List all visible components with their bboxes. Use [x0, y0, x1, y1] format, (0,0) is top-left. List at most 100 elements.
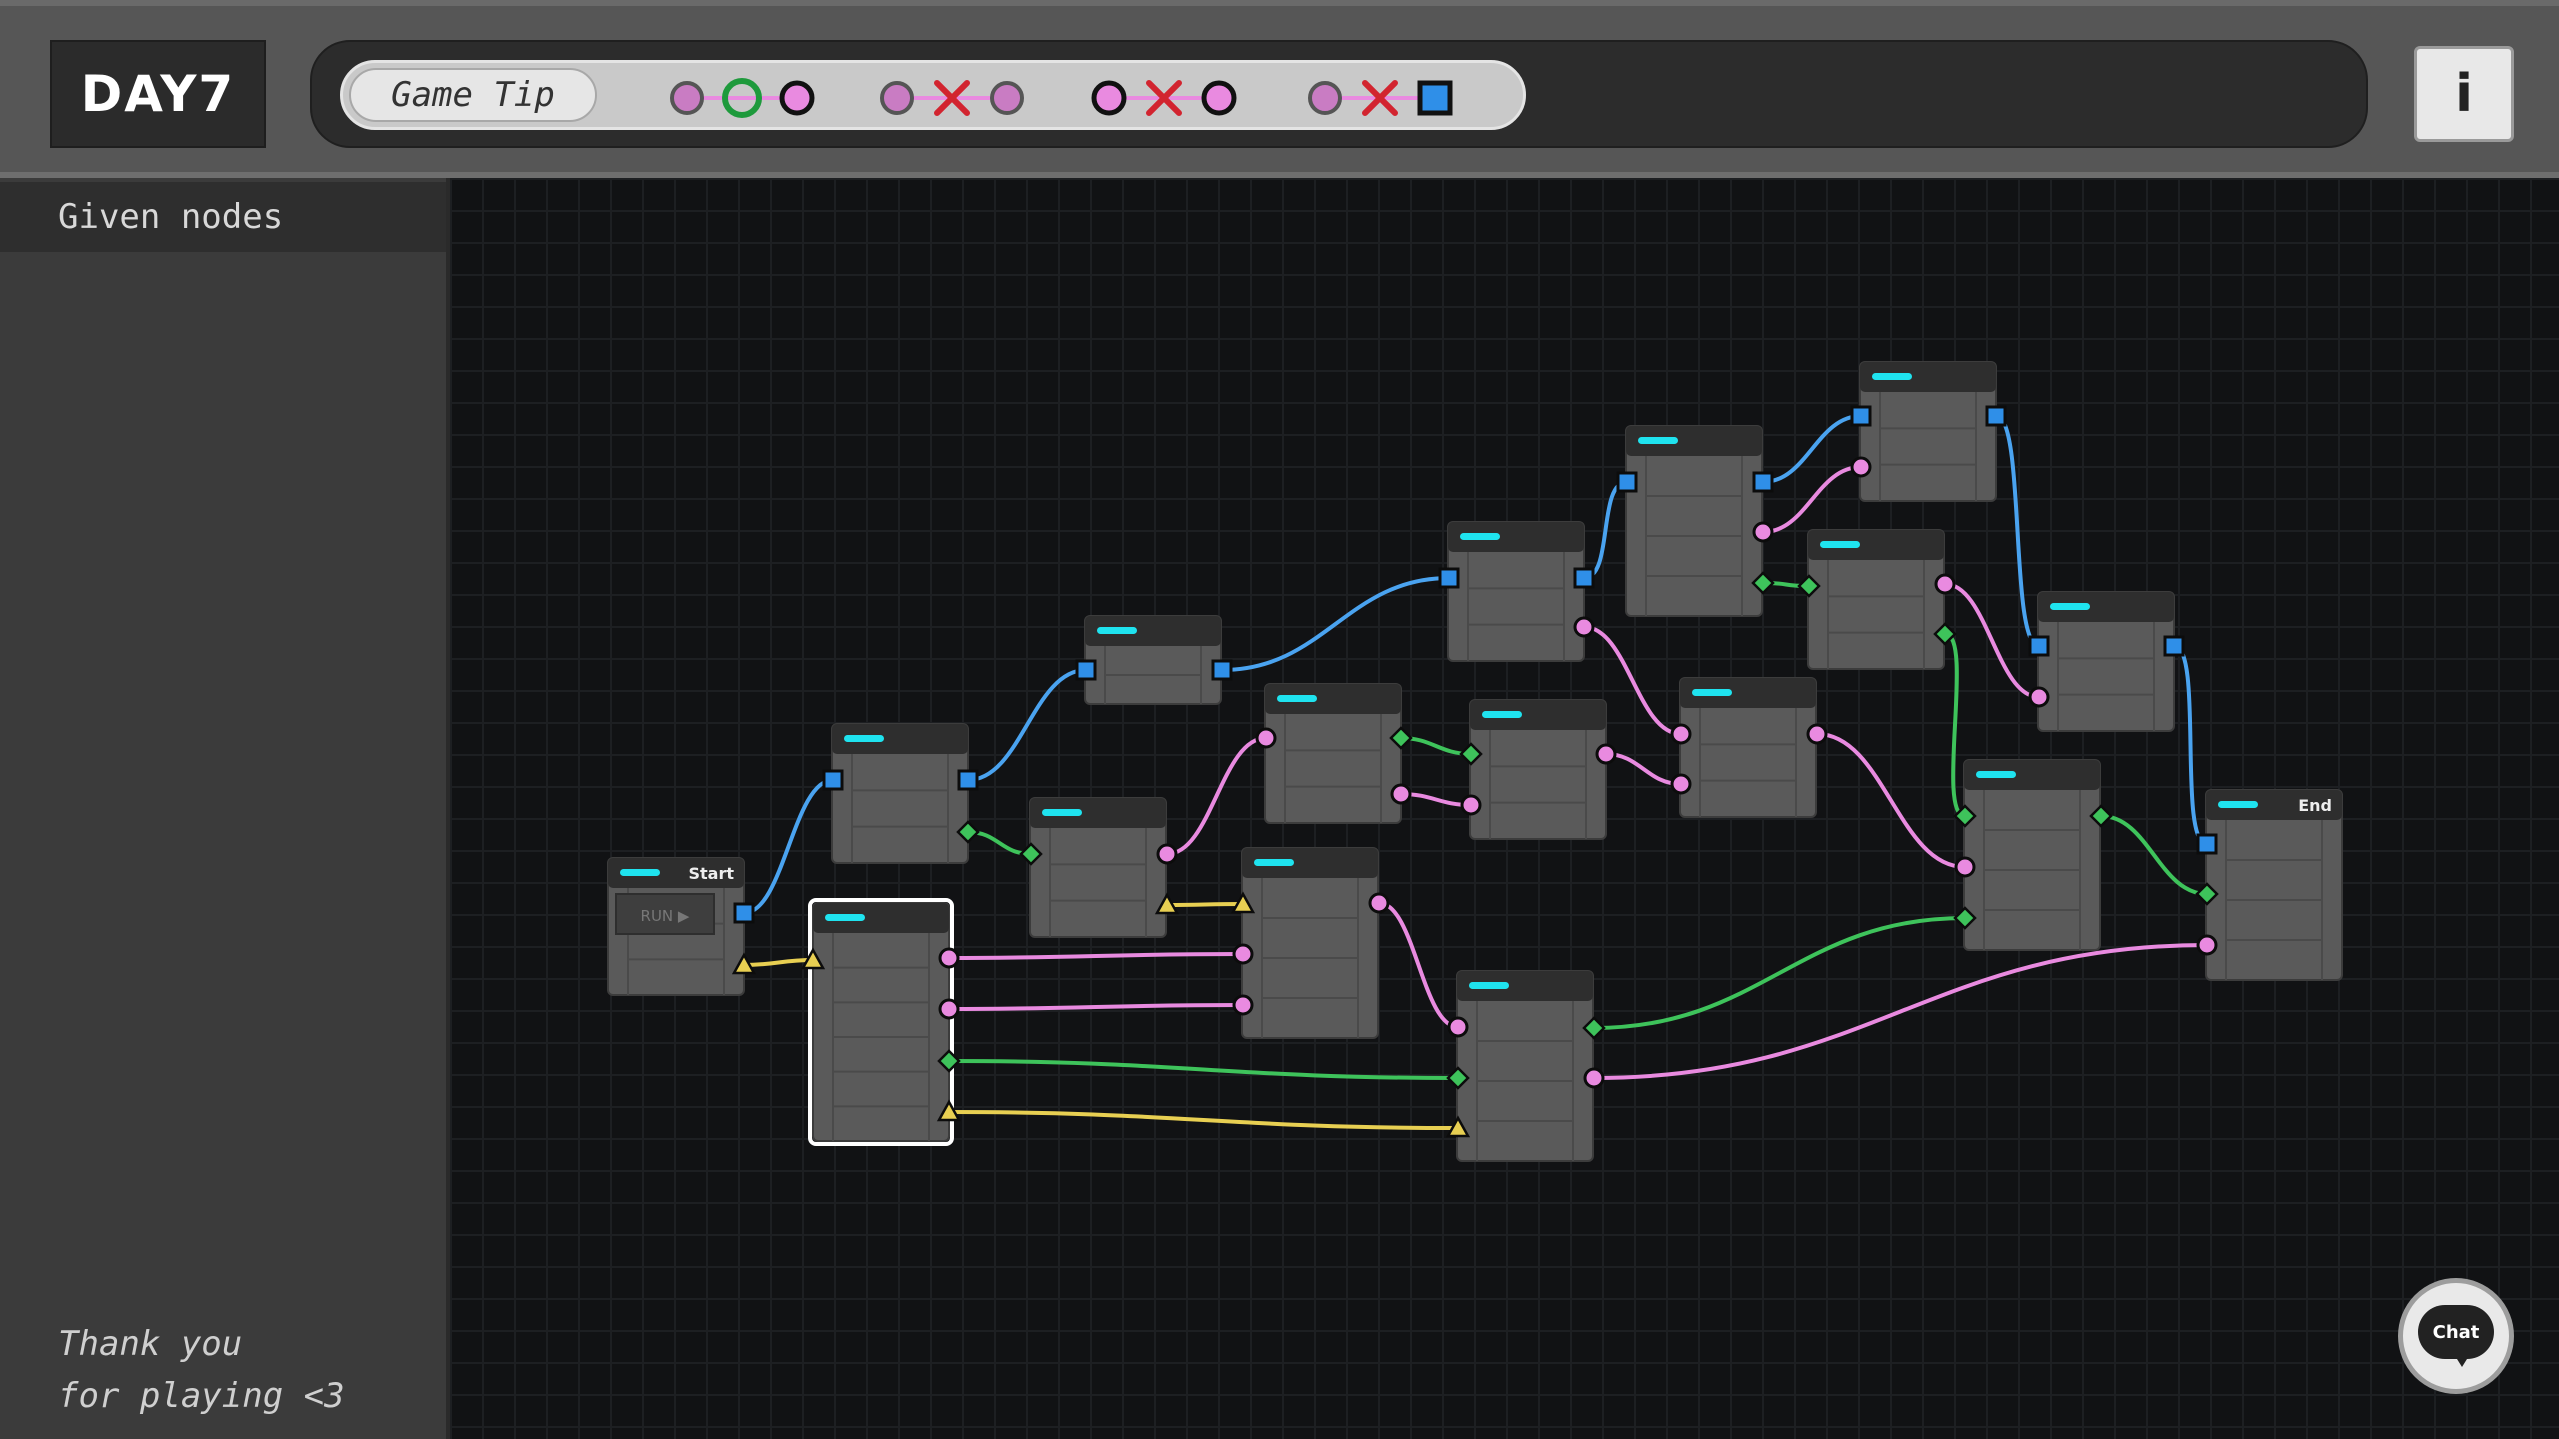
- blue-wire[interactable]: [743, 778, 834, 915]
- pink-port[interactable]: [1934, 573, 1956, 595]
- blue-port[interactable]: [1438, 567, 1460, 589]
- blue-wire[interactable]: [2173, 644, 2208, 846]
- graph-node-n13[interactable]: [2037, 591, 2175, 732]
- pink-port[interactable]: [1368, 892, 1390, 914]
- run-button[interactable]: RUN ▶: [615, 893, 715, 935]
- blue-port[interactable]: [822, 769, 844, 791]
- legend-incompatible-example-1: [880, 80, 1024, 116]
- pink-port-dark-icon: [779, 80, 815, 116]
- pink-port[interactable]: [1583, 1067, 1605, 1089]
- pink-wire[interactable]: [1378, 901, 1459, 1029]
- green-wire[interactable]: [2100, 814, 2208, 896]
- blue-wire[interactable]: [1583, 480, 1628, 580]
- blue-wire[interactable]: [967, 668, 1087, 782]
- node-title-bar-icon: [1042, 809, 1082, 816]
- pink-wire[interactable]: [1762, 465, 1862, 534]
- pink-wire[interactable]: [1944, 582, 2040, 699]
- blue-port[interactable]: [2196, 833, 2218, 855]
- pink-port[interactable]: [1255, 727, 1277, 749]
- node-title-bar-icon: [1692, 689, 1732, 696]
- node-title-bar-icon: [844, 735, 884, 742]
- pink-wire[interactable]: [948, 952, 1244, 960]
- top-bar: DAY7 Game Tip i: [0, 0, 2559, 178]
- node-canvas[interactable]: Start RUN ▶ End: [450, 178, 2559, 1439]
- yellow-wire[interactable]: [1166, 902, 1244, 907]
- pink-port[interactable]: [1954, 856, 1976, 878]
- blue-wire[interactable]: [1762, 414, 1862, 484]
- pink-port[interactable]: [1460, 794, 1482, 816]
- node-title-bar-icon: [1460, 533, 1500, 540]
- graph-node-sel[interactable]: [808, 898, 954, 1146]
- pink-wire[interactable]: [1400, 792, 1472, 807]
- green-wire[interactable]: [1400, 736, 1472, 756]
- pink-wire[interactable]: [948, 1003, 1244, 1011]
- node-title-bar-icon: [1277, 695, 1317, 702]
- pink-wire[interactable]: [1605, 752, 1682, 786]
- blue-port[interactable]: [733, 902, 755, 924]
- chat-button[interactable]: Chat: [2398, 1278, 2514, 1394]
- green-wire[interactable]: [967, 830, 1032, 856]
- pink-port[interactable]: [1232, 994, 1254, 1016]
- graph-node-n3[interactable]: [1084, 615, 1222, 705]
- graph-node-n14[interactable]: [1963, 759, 2101, 951]
- graph-node-n2[interactable]: [1029, 797, 1167, 938]
- graph-node-n12[interactable]: [1859, 361, 1997, 502]
- blue-port[interactable]: [1075, 659, 1097, 681]
- blue-port[interactable]: [2163, 635, 2185, 657]
- blue-port[interactable]: [1616, 471, 1638, 493]
- pink-port[interactable]: [1752, 521, 1774, 543]
- pink-port-icon: [1308, 81, 1342, 115]
- info-button[interactable]: i: [2414, 46, 2514, 142]
- graph-node-n11[interactable]: [1807, 529, 1945, 670]
- game-tip-pill: Game Tip: [340, 60, 1526, 130]
- blue-wire[interactable]: [1995, 414, 2040, 648]
- green-wire[interactable]: [948, 1059, 1459, 1080]
- blue-port[interactable]: [1211, 659, 1233, 681]
- blue-port[interactable]: [957, 769, 979, 791]
- pink-port[interactable]: [1670, 773, 1692, 795]
- graph-node-end[interactable]: End: [2205, 789, 2343, 981]
- pink-wire[interactable]: [1593, 943, 2208, 1080]
- graph-node-n4[interactable]: [1264, 683, 1402, 824]
- pink-port[interactable]: [1806, 723, 1828, 745]
- pink-port[interactable]: [1850, 456, 1872, 478]
- graph-node-n9[interactable]: [1625, 425, 1763, 617]
- pink-port[interactable]: [1156, 843, 1178, 865]
- pink-port[interactable]: [2196, 934, 2218, 956]
- yellow-wire[interactable]: [948, 1110, 1459, 1130]
- pink-port[interactable]: [938, 947, 960, 969]
- blue-port[interactable]: [2028, 635, 2050, 657]
- graph-node-n8[interactable]: [1456, 970, 1594, 1162]
- graph-node-n7[interactable]: [1469, 699, 1607, 840]
- pink-wire[interactable]: [1816, 732, 1966, 869]
- pink-port[interactable]: [1232, 943, 1254, 965]
- blue-wire[interactable]: [1221, 576, 1450, 672]
- yellow-wire[interactable]: [743, 958, 814, 967]
- blue-port[interactable]: [1573, 567, 1595, 589]
- green-wire[interactable]: [1593, 916, 1966, 1030]
- pink-port[interactable]: [1447, 1016, 1469, 1038]
- graph-node-start[interactable]: Start RUN ▶: [607, 857, 745, 996]
- pink-port[interactable]: [938, 998, 960, 1020]
- node-label: Start: [688, 864, 734, 883]
- node-title-bar-icon: [1254, 859, 1294, 866]
- pink-port[interactable]: [1573, 616, 1595, 638]
- legend-compatible-example: [670, 78, 815, 118]
- graph-node-n6[interactable]: [1447, 521, 1585, 662]
- graph-node-n5[interactable]: [1241, 847, 1379, 1039]
- pink-port[interactable]: [1595, 743, 1617, 765]
- pink-wire[interactable]: [1166, 736, 1267, 856]
- blue-port[interactable]: [1850, 405, 1872, 427]
- graph-node-n10[interactable]: [1679, 677, 1817, 818]
- green-wire[interactable]: [1944, 632, 1966, 818]
- blue-port[interactable]: [1752, 471, 1774, 493]
- pink-port[interactable]: [1390, 783, 1412, 805]
- blue-port[interactable]: [1985, 405, 2007, 427]
- pink-port-dark-icon: [1091, 80, 1127, 116]
- pink-port[interactable]: [2028, 686, 2050, 708]
- sidebar: Given nodes Thank you for playing <3: [0, 178, 450, 1439]
- node-graph[interactable]: Start RUN ▶ End: [450, 178, 2559, 1439]
- graph-node-n1[interactable]: [831, 723, 969, 864]
- given-nodes-header[interactable]: Given nodes: [0, 182, 446, 252]
- pink-port[interactable]: [1670, 723, 1692, 745]
